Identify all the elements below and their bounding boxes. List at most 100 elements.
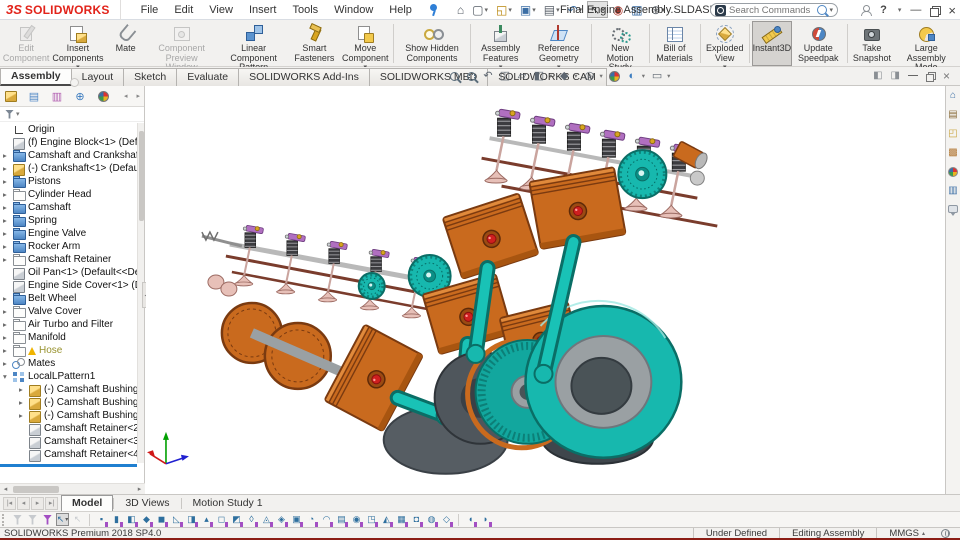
filter-midpoints-icon[interactable]: ◩ bbox=[230, 513, 243, 527]
selection-filter-toggle-icon[interactable] bbox=[11, 513, 24, 526]
search-input[interactable] bbox=[726, 4, 818, 16]
show-face-icon[interactable]: ◗ bbox=[479, 513, 492, 527]
tab-displaymanager[interactable] bbox=[96, 90, 110, 103]
tree-horizontal-scrollbar[interactable]: ◂ ▸ bbox=[0, 483, 145, 494]
expand-closed-icon[interactable]: ▸ bbox=[3, 243, 12, 251]
tab-assembly[interactable]: Assembly bbox=[0, 68, 72, 86]
reference-geometry-button[interactable]: Reference Geometry▾ bbox=[529, 21, 589, 71]
doc-close-button[interactable]: × bbox=[943, 69, 950, 83]
tree-item-valve-cover[interactable]: ▸ Valve Cover bbox=[0, 305, 137, 318]
tree-item-air-turbo-and-filter[interactable]: ▸ Air Turbo and Filter bbox=[0, 318, 137, 331]
take-snapshot-button[interactable]: Take Snapshot bbox=[849, 21, 894, 66]
expand-closed-icon[interactable]: ▸ bbox=[3, 347, 12, 355]
tree-item-origin[interactable]: Origin bbox=[0, 123, 137, 136]
section-view-icon[interactable]: ◫ bbox=[498, 69, 512, 83]
dropdown-caret-icon[interactable]: ▾ bbox=[549, 72, 552, 80]
hide-show-items-icon[interactable]: ◎ bbox=[583, 69, 597, 83]
tree-item-camshaft[interactable]: ▸ Camshaft bbox=[0, 201, 137, 214]
split-pane-left-icon[interactable]: ◧ bbox=[873, 71, 882, 81]
filter-blocks-icon[interactable]: ◘ bbox=[410, 513, 423, 527]
filter-sketches-icon[interactable]: ◻ bbox=[215, 513, 228, 527]
tree-item-camshaft-retainer-3-de[interactable]: Camshaft Retainer<3> (De bbox=[0, 435, 137, 449]
dropdown-caret-icon[interactable]: ▾ bbox=[532, 6, 536, 14]
tab-dimxpertmanager[interactable]: ⊕ bbox=[73, 90, 87, 103]
toolbar-grip[interactable] bbox=[2, 513, 6, 526]
filter-dropdown-icon[interactable]: ▾ bbox=[16, 110, 20, 118]
tree-item-cylinder-head[interactable]: ▸ Cylinder Head bbox=[0, 188, 137, 201]
scrollbar-thumb[interactable] bbox=[139, 131, 144, 221]
filter-clear-icon[interactable] bbox=[26, 513, 39, 526]
expand-closed-icon[interactable]: ▸ bbox=[3, 308, 12, 316]
custom-properties-icon[interactable]: ▥ bbox=[948, 186, 957, 196]
filter-balloons-icon[interactable]: ◇ bbox=[440, 513, 453, 527]
exploded-view-button[interactable]: Exploded View▾ bbox=[702, 21, 747, 71]
home-button[interactable]: ⌂ bbox=[454, 1, 467, 18]
rollback-bar[interactable] bbox=[0, 464, 137, 467]
open-button[interactable]: ◱ ▾ bbox=[493, 1, 515, 18]
tab-featuremanager[interactable] bbox=[4, 90, 18, 103]
menu-file[interactable]: File bbox=[133, 4, 167, 16]
tree-item-camshaft-retainer-4-de[interactable]: Camshaft Retainer<4> (De bbox=[0, 448, 137, 462]
pin-menu-icon[interactable] bbox=[428, 3, 439, 16]
filter-solid-bodies-icon[interactable]: ◆ bbox=[140, 513, 153, 527]
expand-closed-icon[interactable]: ▸ bbox=[3, 321, 12, 329]
new-document-button[interactable]: ▢ ▾ bbox=[469, 1, 491, 18]
split-pane-right-icon[interactable]: ◨ bbox=[891, 71, 900, 81]
filter-axes-icon[interactable]: ◺ bbox=[170, 513, 183, 527]
tab-solidworks-add-ins[interactable]: SOLIDWORKS Add-Ins bbox=[238, 68, 370, 86]
mate-button[interactable]: Mate bbox=[106, 21, 146, 66]
solidworks-forum-icon[interactable] bbox=[948, 205, 958, 216]
menu-insert[interactable]: Insert bbox=[241, 4, 285, 16]
tab-sketch[interactable]: Sketch bbox=[123, 68, 178, 86]
zoom-to-area-icon[interactable] bbox=[464, 69, 478, 83]
tree-item-spring[interactable]: ▸ Spring bbox=[0, 214, 137, 227]
expand-closed-icon[interactable]: ▸ bbox=[3, 165, 12, 173]
tree-item-belt-wheel[interactable]: ▸ Belt Wheel bbox=[0, 292, 137, 305]
filter-vertices-icon[interactable]: ▪ bbox=[95, 513, 108, 527]
tree-item-f-engine-block-1-default[interactable]: (f) Engine Block<1> (Default<- bbox=[0, 136, 137, 150]
tree-item-engine-valve[interactable]: ▸ Engine Valve bbox=[0, 227, 137, 240]
tree-item-camshaft-retainer[interactable]: ▸ Camshaft Retainer bbox=[0, 253, 137, 266]
graphics-viewport[interactable] bbox=[146, 86, 945, 494]
menu-window[interactable]: Window bbox=[326, 4, 381, 16]
timing-gear[interactable] bbox=[357, 272, 386, 300]
expand-closed-icon[interactable]: ▸ bbox=[19, 386, 28, 394]
dynamic-annotation-views-icon[interactable]: ▱ bbox=[515, 69, 529, 83]
filter-annotations-icon[interactable]: ▣ bbox=[290, 513, 303, 527]
dropdown-caret-icon[interactable]: ▾ bbox=[508, 6, 512, 14]
menu-help[interactable]: Help bbox=[381, 4, 420, 16]
design-library-icon[interactable]: ▤ bbox=[948, 110, 957, 120]
apply-scene-icon[interactable]: ◐ bbox=[625, 69, 639, 83]
move-component-button[interactable]: Move Component▾ bbox=[339, 21, 391, 71]
scrollbar-thumb[interactable] bbox=[13, 485, 59, 493]
expand-closed-icon[interactable]: ▸ bbox=[3, 217, 12, 225]
expand-closed-icon[interactable]: ▸ bbox=[3, 152, 12, 160]
last-tab-button[interactable]: ▸| bbox=[45, 496, 58, 510]
search-dropdown-icon[interactable]: ▾ bbox=[829, 6, 833, 14]
minimize-button[interactable]: — bbox=[910, 4, 921, 16]
restore-button[interactable] bbox=[930, 5, 942, 17]
filter-planes-icon[interactable]: ◨ bbox=[185, 513, 198, 527]
tree-item-crankshaft-1-default-d[interactable]: ▸ (-) Crankshaft<1> (Default<<D bbox=[0, 162, 137, 176]
filter-sketch-points-icon[interactable]: ▴ bbox=[200, 513, 213, 527]
appearances-scenes-icon[interactable] bbox=[948, 167, 958, 177]
timing-gear[interactable] bbox=[617, 149, 668, 200]
select-arrow-icon[interactable]: ↖ ▾ bbox=[56, 513, 69, 526]
filter-geometric-tolerances-icon[interactable]: ◭ bbox=[380, 513, 393, 527]
bill-of-materials-button[interactable]: Bill of Materials bbox=[652, 21, 698, 66]
doc-minimize-button[interactable]: — bbox=[908, 71, 918, 81]
expand-closed-icon[interactable]: ▸ bbox=[3, 256, 12, 264]
model-tab-3d-views[interactable]: 3D Views bbox=[114, 495, 180, 511]
zoom-to-fit-icon[interactable] bbox=[447, 69, 461, 83]
previous-view-icon[interactable]: ↶ bbox=[481, 69, 495, 83]
filter-faces-icon[interactable]: ◧ bbox=[125, 513, 138, 527]
dropdown-caret-icon[interactable]: ▾ bbox=[484, 6, 488, 14]
expand-closed-icon[interactable]: ▸ bbox=[3, 295, 12, 303]
scroll-left-icon[interactable]: ◂ bbox=[0, 485, 11, 493]
expand-closed-icon[interactable]: ▸ bbox=[3, 204, 12, 212]
filter-tables-icon[interactable]: ▤ bbox=[335, 513, 348, 527]
expand-closed-icon[interactable]: ▸ bbox=[3, 360, 12, 368]
filter-datums-icon[interactable]: ◉ bbox=[350, 513, 363, 527]
filter-center-marks-icon[interactable]: ◊ bbox=[245, 513, 258, 527]
engine-valve[interactable] bbox=[483, 108, 521, 184]
